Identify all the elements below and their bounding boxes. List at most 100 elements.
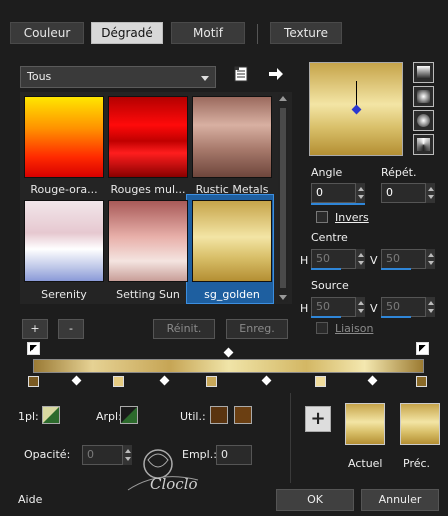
color-midpoint[interactable] [71, 375, 82, 386]
linear-swatch [417, 66, 430, 79]
watermark-text: Cloclo [150, 475, 198, 493]
rectangular-style-icon[interactable] [413, 86, 434, 107]
gradient-thumb-rustic-metals[interactable] [192, 96, 272, 178]
gradient-label: Serenity [41, 288, 87, 301]
user-color-swatch[interactable] [234, 406, 252, 424]
user-color-swatch[interactable] [210, 406, 228, 424]
link-checkbox[interactable] [316, 322, 328, 334]
first-plan-label: 1pl: [18, 410, 39, 423]
sunburst-swatch [417, 114, 430, 127]
opacity-stop-swatch [30, 345, 37, 352]
remove-gradient-button[interactable]: - [58, 319, 84, 339]
ok-button[interactable]: OK [276, 489, 354, 511]
center-h-stepper[interactable] [355, 249, 365, 269]
angle-label: Angle [311, 166, 343, 179]
color-stop[interactable] [113, 376, 124, 387]
source-v-stepper[interactable] [425, 297, 435, 317]
gradient-label: Rouges mul... [110, 183, 186, 196]
source-h-label: H [300, 302, 309, 315]
tab-couleur[interactable]: Couleur [10, 22, 84, 44]
color-stop[interactable] [28, 376, 39, 387]
color-stop[interactable] [416, 376, 427, 387]
gradient-label-selected: sg_golden [204, 288, 260, 301]
color-midpoint[interactable] [261, 375, 272, 386]
repeat-value: 0 [386, 186, 393, 199]
help-link[interactable]: Aide [18, 493, 42, 506]
link-label: Liaison [335, 322, 374, 335]
gradient-label: Rouge-ora... [30, 183, 98, 196]
gradient-thumb-serenity[interactable] [24, 200, 104, 282]
color-midpoint[interactable] [159, 375, 170, 386]
panel-divider [290, 393, 291, 483]
center-v-label: V [370, 254, 378, 267]
opacity-value: 0 [87, 448, 94, 461]
opacity-midpoint[interactable] [223, 347, 234, 358]
reset-button[interactable]: Réinit. [153, 319, 215, 339]
color-stop[interactable] [315, 376, 326, 387]
gradient-label: Rustic Metals [195, 183, 269, 196]
linear-style-icon[interactable] [413, 62, 434, 83]
source-h-stepper[interactable] [355, 297, 365, 317]
current-swatch[interactable] [345, 403, 385, 445]
tab-motif[interactable]: Motif [171, 22, 245, 44]
radial-style-icon[interactable] [413, 134, 434, 155]
center-h-value: 50 [316, 252, 330, 265]
tab-degrade[interactable]: Dégradé [91, 22, 163, 44]
gradient-thumb-setting-sun[interactable] [108, 200, 188, 282]
angle-handle[interactable] [351, 104, 362, 115]
source-h-value: 50 [316, 300, 330, 313]
location-value: 0 [221, 448, 228, 461]
angle-value: 0 [316, 186, 323, 199]
scroll-up-icon[interactable] [279, 96, 287, 101]
opacity-stop-left[interactable] [27, 342, 40, 355]
invert-label: Invers [335, 211, 369, 224]
sunburst-style-icon[interactable] [413, 110, 434, 131]
gradient-list-scrollbar[interactable] [278, 94, 288, 302]
add-gradient-button[interactable]: + [22, 319, 48, 339]
opacity-label: Opacité: [24, 448, 71, 461]
previous-label: Préc. [403, 457, 431, 470]
chevron-down-icon [201, 76, 209, 81]
gradient-thumb-sg-golden[interactable] [192, 200, 272, 282]
radial-swatch [417, 138, 430, 151]
color-stop[interactable] [206, 376, 217, 387]
arrow-right-icon[interactable] [268, 66, 284, 82]
save-gradient-button[interactable]: Enreg. [226, 319, 288, 339]
location-input[interactable]: 0 [216, 445, 252, 465]
repeat-label: Répét. [381, 166, 417, 179]
gradient-thumb-rouges-multiples[interactable] [108, 96, 188, 178]
background-stop-button[interactable] [120, 406, 138, 424]
corner-icon [43, 407, 59, 423]
gradient-thumb-rouge-orange[interactable] [24, 96, 104, 178]
source-v-underline [381, 316, 411, 318]
tab-texture[interactable]: Texture [270, 22, 342, 44]
color-midpoint[interactable] [367, 375, 378, 386]
background-plan-label: Arpl: [96, 410, 122, 423]
gradient-label: Setting Sun [116, 288, 180, 301]
center-v-value: 50 [386, 252, 400, 265]
invert-checkbox[interactable] [316, 211, 328, 223]
add-to-swatches-button[interactable]: + [305, 406, 331, 432]
center-v-underline [381, 268, 411, 270]
document-icon[interactable] [234, 66, 248, 82]
repeat-stepper[interactable] [425, 183, 435, 203]
angle-underline [311, 203, 365, 205]
previous-swatch[interactable] [400, 403, 440, 445]
corner-icon [121, 407, 137, 423]
tab-separator [257, 24, 258, 44]
source-v-value: 50 [386, 300, 400, 313]
gradient-bar[interactable] [33, 359, 424, 373]
opacity-stop-right[interactable] [416, 342, 429, 355]
cancel-button[interactable]: Annuler [361, 489, 439, 511]
scroll-down-icon[interactable] [279, 295, 287, 300]
category-select[interactable]: Tous [20, 66, 216, 88]
scroll-thumb[interactable] [280, 108, 286, 288]
center-h-label: H [300, 254, 309, 267]
angle-stepper[interactable] [355, 183, 365, 203]
category-select-value: Tous [27, 70, 52, 83]
gradient-preview[interactable] [309, 62, 403, 156]
foreground-stop-button[interactable] [42, 406, 60, 424]
user-color-label: Util.: [180, 410, 206, 423]
center-v-stepper[interactable] [425, 249, 435, 269]
center-label: Centre [311, 231, 348, 244]
